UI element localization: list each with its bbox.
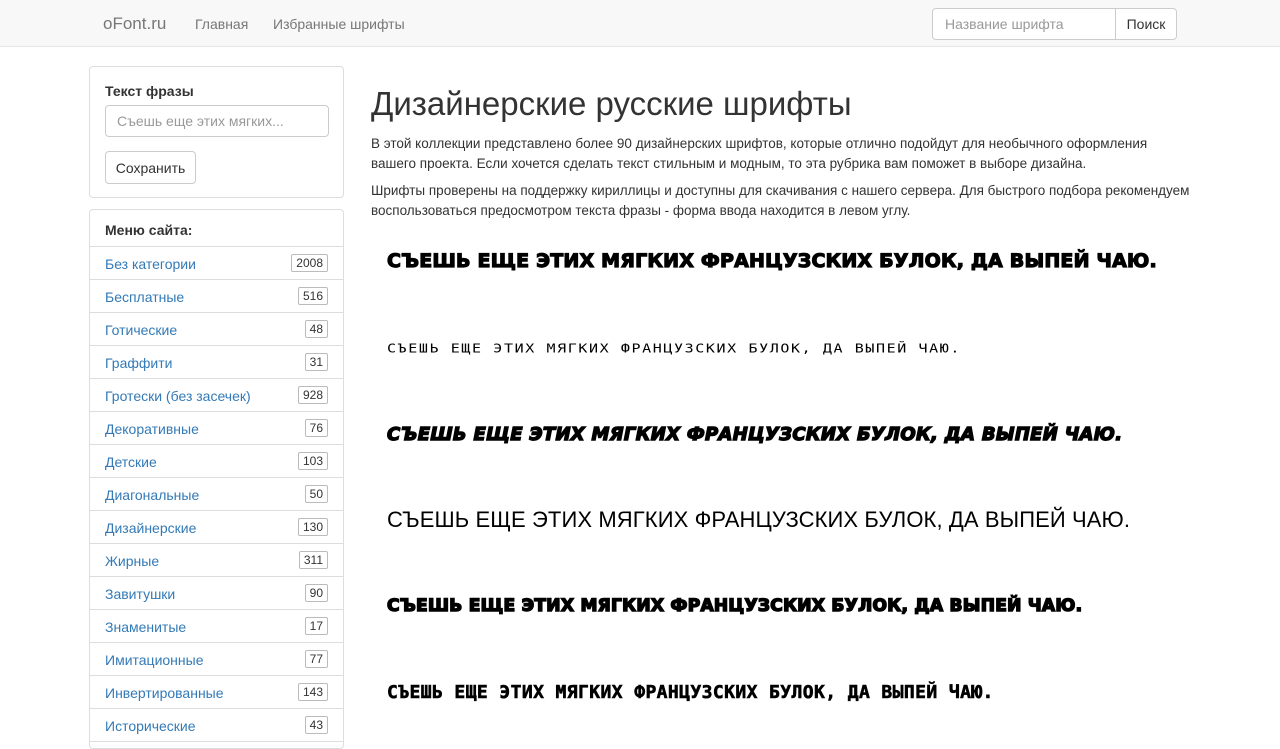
menu-item-link[interactable]: Дизайнерские: [105, 520, 196, 536]
menu-item-link[interactable]: Диагональные: [105, 487, 199, 503]
menu-item-link[interactable]: Имитационные: [105, 652, 204, 668]
menu-item-link[interactable]: Без категории: [105, 256, 196, 272]
menu-item-count-badge: 516: [297, 287, 328, 305]
menu-item-count-badge: 90: [304, 584, 328, 602]
save-button[interactable]: Сохранить: [105, 151, 196, 184]
font-sample-preview[interactable]: Съешь еще этих мягких французских булок,…: [386, 597, 1083, 616]
menu-item[interactable]: Инвертированные 143: [90, 676, 343, 709]
menu-item[interactable]: Декоративные 76: [90, 412, 343, 445]
search-button[interactable]: Поиск: [1115, 8, 1177, 40]
menu-item-link[interactable]: Гротески (без засечек): [105, 388, 251, 404]
menu-item-count-badge: 76: [304, 419, 328, 437]
phrase-input[interactable]: [105, 105, 329, 137]
menu-item[interactable]: Знаменитые 17: [90, 610, 343, 643]
menu-item-link[interactable]: Бесплатные: [105, 289, 184, 305]
menu-item[interactable]: Детские 103: [90, 445, 343, 478]
top-navbar: oFont.ru Главная Избранные шрифты Поиск: [0, 0, 1280, 47]
menu-title: Меню сайта:: [90, 210, 343, 247]
phrase-label: Текст фразы: [105, 83, 194, 99]
intro-paragraph: Шрифты проверены на поддержку кириллицы …: [371, 183, 1190, 218]
nav-link-home[interactable]: Главная: [195, 16, 248, 32]
menu-item-link[interactable]: Исторические: [105, 718, 196, 734]
menu-item[interactable]: Граффити 31: [90, 346, 343, 379]
menu-item-count-badge: 2008: [291, 254, 328, 272]
menu-item[interactable]: Бесплатные 516: [90, 280, 343, 313]
menu-item[interactable]: Имитационные 77: [90, 643, 343, 676]
page-title: Дизайнерские русские шрифты: [371, 85, 852, 122]
nav-link-favorites[interactable]: Избранные шрифты: [273, 16, 405, 32]
menu-item-count-badge: 50: [304, 485, 328, 503]
menu-item-count-badge: 48: [304, 320, 328, 338]
menu-item[interactable]: Готические 48: [90, 313, 343, 346]
main-content: Дизайнерские русские шрифты В этой колле…: [371, 82, 1191, 228]
menu-item-count-badge: 77: [304, 650, 328, 668]
menu-item-count-badge: 31: [304, 353, 328, 371]
phrase-panel: Текст фразы Сохранить: [89, 66, 344, 198]
menu-item[interactable]: Гротески (без засечек) 928: [90, 379, 343, 412]
menu-item-link[interactable]: Жирные: [105, 553, 159, 569]
menu-item-link[interactable]: Знаменитые: [105, 619, 186, 635]
menu-item[interactable]: Завитушки 90: [90, 577, 343, 610]
menu-item-link[interactable]: Завитушки: [105, 586, 175, 602]
menu-item-count-badge: 43: [304, 716, 328, 734]
menu-item-count-badge: 17: [304, 617, 328, 635]
brand-logo-link[interactable]: oFont.ru: [103, 14, 166, 34]
font-sample-preview[interactable]: Съешь еще этих мягких французских булок,…: [387, 343, 961, 355]
menu-item-link[interactable]: Граффити: [105, 355, 172, 371]
font-sample-preview[interactable]: Съешь еще этих мягких французских булок,…: [387, 509, 1130, 531]
menu-item-count-badge: 103: [297, 452, 328, 470]
menu-item-count-badge: 311: [298, 551, 328, 569]
menu-item-link[interactable]: Декоративные: [105, 421, 199, 437]
menu-item-count-badge: 130: [297, 518, 328, 536]
font-sample-preview[interactable]: Съешь еще этих мягких французских булок,…: [386, 425, 1122, 444]
menu-item-count-badge: 143: [297, 683, 328, 701]
font-sample-preview[interactable]: Съешь еще этих мягких французских булок,…: [387, 683, 994, 702]
font-sample-preview[interactable]: Съешь еще этих мягких французских булок,…: [386, 251, 1157, 271]
menu-item[interactable]: Жирные 311: [90, 544, 343, 577]
menu-item-link[interactable]: Детские: [105, 454, 157, 470]
menu-item-count-badge: 928: [297, 386, 328, 404]
menu-item[interactable]: Исторические 43: [90, 709, 343, 742]
intro-paragraph: В этой коллекции представлено более 90 д…: [371, 136, 1148, 171]
site-menu-panel: Меню сайта: Без категории 2008 Бесплатные…: [89, 209, 344, 749]
menu-item[interactable]: Без категории 2008: [90, 247, 343, 280]
font-search-input[interactable]: [932, 8, 1116, 40]
menu-item[interactable]: Дизайнерские 130: [90, 511, 343, 544]
menu-item-link[interactable]: Готические: [105, 322, 177, 338]
menu-item[interactable]: Диагональные 50: [90, 478, 343, 511]
menu-item-link[interactable]: Инвертированные: [105, 685, 224, 701]
